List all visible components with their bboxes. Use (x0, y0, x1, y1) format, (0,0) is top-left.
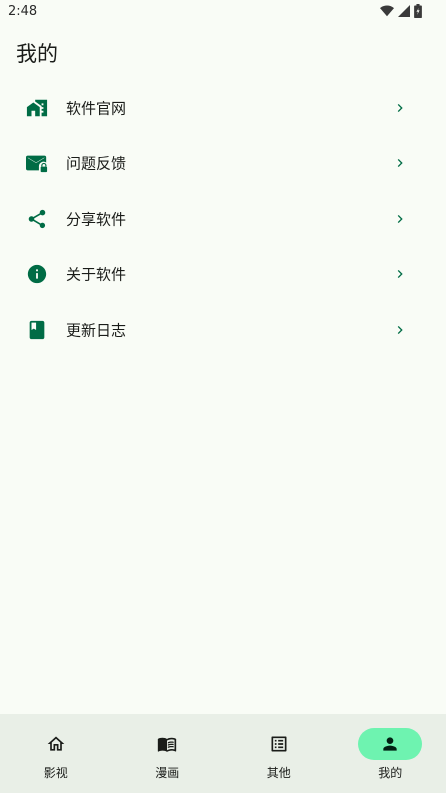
status-time: 2:48 (8, 4, 38, 19)
chevron-right-icon (392, 266, 408, 282)
page-title: 我的 (16, 42, 58, 66)
book-icon (26, 319, 48, 341)
person-icon (383, 737, 397, 751)
bottom-navigation: 影视 漫画 其他 我的 (0, 714, 446, 793)
menu-item-label: 软件官网 (66, 99, 127, 118)
menu-item-official-site[interactable]: 软件官网 (0, 80, 446, 136)
chevron-right-icon (392, 100, 408, 116)
mail-lock-icon (26, 152, 48, 174)
nav-item-video[interactable]: 影视 (0, 714, 112, 793)
info-icon (26, 263, 48, 285)
menu-item-label: 分享软件 (66, 210, 127, 229)
menu-item-label: 问题反馈 (66, 154, 127, 173)
nav-label: 影视 (43, 766, 68, 780)
nav-label: 我的 (378, 766, 403, 780)
menu-item-feedback[interactable]: 问题反馈 (0, 136, 446, 192)
menu-item-label: 关于软件 (66, 265, 127, 284)
chevron-right-icon (392, 211, 408, 227)
home-icon (47, 736, 65, 751)
share-icon (26, 208, 48, 230)
nav-label: 其他 (266, 766, 291, 780)
menu-item-about[interactable]: 关于软件 (0, 247, 446, 303)
status-bar: 2:48 (0, 0, 446, 24)
nav-item-mine[interactable]: 我的 (335, 714, 446, 793)
chevron-right-icon (392, 322, 408, 338)
battery-icon (414, 4, 422, 18)
settings-menu: 软件官网 问题反馈 分享软件 关于软件 更新日志 (0, 80, 446, 358)
cell-signal-icon (398, 5, 410, 17)
menu-item-share[interactable]: 分享软件 (0, 191, 446, 247)
wifi-icon (380, 5, 394, 17)
open-book-icon (158, 737, 177, 752)
list-alt-icon (271, 736, 287, 752)
nav-pill (135, 728, 199, 760)
nav-label: 漫画 (155, 766, 180, 780)
home-work-icon (26, 97, 48, 119)
nav-pill (247, 728, 311, 760)
menu-item-changelog[interactable]: 更新日志 (0, 302, 446, 358)
nav-pill-selected (358, 728, 423, 760)
nav-pill (24, 728, 88, 760)
nav-item-comics[interactable]: 漫画 (112, 714, 224, 793)
menu-item-label: 更新日志 (66, 321, 127, 340)
chevron-right-icon (392, 155, 408, 171)
nav-item-other[interactable]: 其他 (223, 714, 335, 793)
